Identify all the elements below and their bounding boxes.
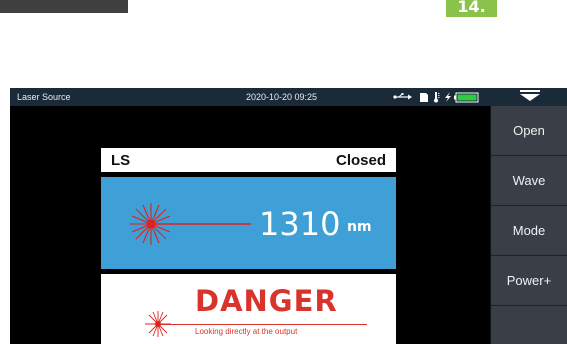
status-datetime: 2020-10-20 09:25 — [246, 92, 318, 102]
menu-button-5[interactable] — [491, 306, 567, 344]
wavelength-panel: 1310 nm — [101, 177, 396, 269]
device-screen: Laser Source 2020-10-20 09:25 LS Closed … — [10, 88, 567, 344]
danger-text: Looking directly at the output — [195, 327, 298, 336]
power-plus-button[interactable]: Power+ — [491, 256, 567, 306]
side-menu: Open Wave Mode Power+ — [491, 106, 567, 344]
status-title: Laser Source — [17, 92, 71, 102]
laser-beam-icon — [130, 203, 251, 245]
usb-icon — [393, 93, 412, 100]
status-icons — [393, 92, 479, 103]
thermometer-icon — [434, 92, 440, 103]
charging-icon — [445, 92, 451, 102]
wavelength-unit: nm — [347, 219, 372, 235]
wavelength-value: 1310 — [259, 205, 341, 243]
mode-status-box: LS Closed — [101, 148, 396, 172]
state-label: Closed — [335, 152, 386, 169]
status-bar: Laser Source 2020-10-20 09:25 — [10, 88, 567, 106]
open-button[interactable]: Open — [491, 106, 567, 156]
sd-card-icon — [420, 93, 428, 102]
mode-button[interactable]: Mode — [491, 206, 567, 256]
step-badge: 14. — [446, 0, 497, 17]
main-content: LS Closed 1310 nm DANGER Looking directl… — [10, 106, 490, 344]
battery-icon — [454, 92, 479, 103]
danger-line — [160, 324, 367, 325]
menu-bar-icon[interactable] — [520, 90, 540, 92]
laser-warning-icon — [145, 311, 171, 337]
danger-title: DANGER — [195, 284, 338, 318]
dropdown-arrow-icon[interactable] — [520, 94, 540, 101]
danger-panel: DANGER Looking directly at the output — [101, 274, 396, 344]
top-dark-block — [0, 0, 128, 13]
wave-button[interactable]: Wave — [491, 156, 567, 206]
mode-label: LS — [111, 152, 131, 169]
